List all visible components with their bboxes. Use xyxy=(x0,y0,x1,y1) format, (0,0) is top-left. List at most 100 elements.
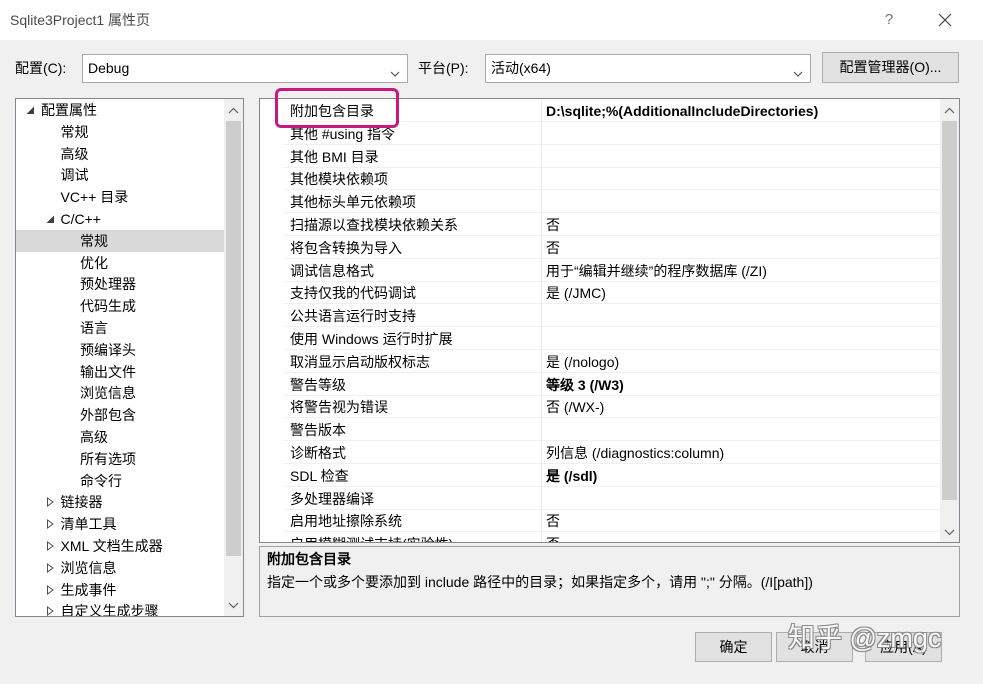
tree-item[interactable]: C/C++ xyxy=(16,208,224,230)
tree-item-label: VC++ 目录 xyxy=(60,189,129,206)
property-value[interactable]: 列信息 (/diagnostics:column) xyxy=(546,444,724,462)
property-value[interactable]: 否 xyxy=(546,239,560,257)
collapsed-triangle-icon[interactable] xyxy=(45,519,55,530)
property-row[interactable]: 多处理器编译 xyxy=(260,487,940,510)
collapsed-triangle-icon[interactable] xyxy=(45,584,55,595)
tree-item-label: XML 文档生成器 xyxy=(60,538,163,554)
collapsed-triangle-icon[interactable] xyxy=(45,497,55,508)
property-value[interactable]: 否 (/WX-) xyxy=(546,398,604,416)
property-name: SDL 检查 xyxy=(290,467,349,484)
apply-button[interactable]: 应用(A) xyxy=(865,632,942,662)
property-value[interactable]: 是 (/sdl) xyxy=(546,467,597,485)
property-row[interactable]: 其他标头单元依赖项 xyxy=(260,190,940,214)
property-name: 启用模糊测试支持(实验性) xyxy=(290,535,453,542)
tree-item-label: 自定义生成步骤 xyxy=(60,603,159,616)
config-manager-button[interactable]: 配置管理器(O)... xyxy=(822,52,959,83)
property-name: 将包含转换为导入 xyxy=(290,239,402,256)
property-row[interactable]: 其他模块依赖项 xyxy=(260,167,940,191)
property-row[interactable]: 警告等级 等级 3 (/W3) xyxy=(260,373,940,396)
grid-scrollbar[interactable] xyxy=(940,99,959,542)
tree-item[interactable]: 预编译头 xyxy=(16,339,224,361)
tree-item[interactable]: 调试 xyxy=(16,164,224,186)
config-dropdown-value: Debug xyxy=(88,60,130,76)
tree-item[interactable]: 配置属性 xyxy=(16,99,224,121)
tree-item[interactable]: 清单工具 xyxy=(16,513,224,535)
property-value[interactable]: 是 (/nologo) xyxy=(546,353,619,371)
collapsed-triangle-icon[interactable] xyxy=(45,562,55,573)
tree-scroll-thumb[interactable] xyxy=(226,121,241,556)
property-row[interactable]: 诊断格式 列信息 (/diagnostics:column) xyxy=(260,441,940,464)
tree-item-label: 输出文件 xyxy=(80,363,136,380)
grid-scroll-thumb[interactable] xyxy=(942,121,957,500)
property-value[interactable]: D:\sqlite;%(AdditionalIncludeDirectories… xyxy=(546,102,818,120)
tree-item[interactable]: 输出文件 xyxy=(16,361,224,383)
help-button[interactable]: ? xyxy=(874,5,904,35)
tree-scrollbar[interactable] xyxy=(224,99,243,616)
tree-item-label: 常规 xyxy=(60,123,89,140)
tree-item[interactable]: 预处理器 xyxy=(16,273,224,295)
property-row[interactable]: 警告版本 xyxy=(260,418,940,442)
property-row[interactable]: SDL 检查 是 (/sdl) xyxy=(260,464,940,487)
property-name: 多处理器编译 xyxy=(290,490,374,507)
tree-item[interactable]: 高级 xyxy=(16,143,224,165)
tree-item[interactable]: 浏览信息 xyxy=(16,382,224,404)
property-row[interactable]: 其他 BMI 目录 xyxy=(260,145,940,168)
property-value[interactable]: 等级 3 (/W3) xyxy=(546,376,624,394)
tree-item[interactable]: 外部包含 xyxy=(16,404,224,426)
tree-item[interactable]: 优化 xyxy=(16,252,224,274)
property-value[interactable]: 用于“编辑并继续”的程序数据库 (/ZI) xyxy=(546,262,767,280)
tree-item-label: 清单工具 xyxy=(60,516,117,533)
property-row[interactable]: 启用地址擦除系统 否 xyxy=(260,509,940,533)
tree-item[interactable]: 命令行 xyxy=(16,470,224,492)
property-value[interactable]: 是 (/JMC) xyxy=(546,284,606,302)
property-row[interactable]: 取消显示启动版权标志 是 (/nologo) xyxy=(260,350,940,373)
ok-button[interactable]: 确定 xyxy=(695,632,772,662)
close-icon[interactable] xyxy=(930,5,960,35)
collapsed-triangle-icon[interactable] xyxy=(45,606,55,616)
property-row[interactable]: 使用 Windows 运行时扩展 xyxy=(260,327,940,350)
property-row[interactable]: 将包含转换为导入 否 xyxy=(260,236,940,259)
property-row[interactable]: 支持仅我的代码调试 是 (/JMC) xyxy=(260,281,940,305)
property-row[interactable]: 启用模糊测试支持(实验性) 否 xyxy=(260,532,940,542)
tree-item[interactable]: 常规 xyxy=(16,229,224,252)
tree-item-label: 命令行 xyxy=(80,472,122,489)
property-grid: 附加包含目录 D:\sqlite;%(AdditionalIncludeDirec… xyxy=(259,98,960,543)
config-dropdown[interactable]: Debug xyxy=(82,54,408,83)
collapsed-triangle-icon[interactable] xyxy=(45,541,55,551)
expanded-triangle-icon[interactable] xyxy=(45,214,55,224)
platform-dropdown[interactable]: 活动(x64) xyxy=(485,54,811,83)
tree-item[interactable]: 生成事件 xyxy=(16,579,224,601)
property-row[interactable]: 将警告视为错误 否 (/WX-) xyxy=(260,395,940,419)
scroll-up-icon[interactable] xyxy=(944,107,955,114)
tree-item-label: 配置属性 xyxy=(41,102,97,118)
scroll-down-icon[interactable] xyxy=(228,602,239,609)
property-value[interactable]: 否 xyxy=(546,535,560,542)
tree-item[interactable]: 浏览信息 xyxy=(16,557,224,579)
tree-item[interactable]: VC++ 目录 xyxy=(16,186,224,208)
tree-item[interactable]: 常规 xyxy=(16,121,224,143)
property-row[interactable]: 公共语言运行时支持 xyxy=(260,304,940,328)
cancel-button[interactable]: 取消 xyxy=(776,632,853,662)
tree-item[interactable]: 链接器 xyxy=(16,491,224,513)
tree-item-label: 浏览信息 xyxy=(60,559,117,576)
tree-item-label: 高级 xyxy=(60,145,89,162)
tree-item-label: 预编译头 xyxy=(80,341,136,358)
tree-item[interactable]: 代码生成 xyxy=(16,295,224,317)
tree-list: 配置属性 常规 高级 调试 VC++ 目录 C/C++ 常规 优化 预处理器 代码生成 语言 预编译头… xyxy=(16,99,224,616)
property-grid-rows: 附加包含目录 D:\sqlite;%(AdditionalIncludeDirec… xyxy=(260,99,940,542)
tree-item[interactable]: 自定义生成步骤 xyxy=(16,600,224,616)
scroll-down-icon[interactable] xyxy=(944,529,955,536)
tree-item[interactable]: 语言 xyxy=(16,317,224,339)
tree-item[interactable]: 高级 xyxy=(16,426,224,448)
expanded-triangle-icon[interactable] xyxy=(25,105,35,115)
property-value[interactable]: 否 xyxy=(546,216,560,234)
chevron-down-icon xyxy=(390,65,400,77)
property-row[interactable]: 扫描源以查找模块依赖关系 否 xyxy=(260,213,940,236)
tree-item-label: 生成事件 xyxy=(60,581,117,598)
property-row[interactable]: 调试信息格式 用于“编辑并继续”的程序数据库 (/ZI) xyxy=(260,259,940,282)
property-value[interactable]: 否 xyxy=(546,512,560,530)
tree-item[interactable]: XML 文档生成器 xyxy=(16,535,224,557)
tree-item[interactable]: 所有选项 xyxy=(16,448,224,470)
property-name: 其他 BMI 目录 xyxy=(290,148,379,165)
scroll-up-icon[interactable] xyxy=(228,107,239,114)
